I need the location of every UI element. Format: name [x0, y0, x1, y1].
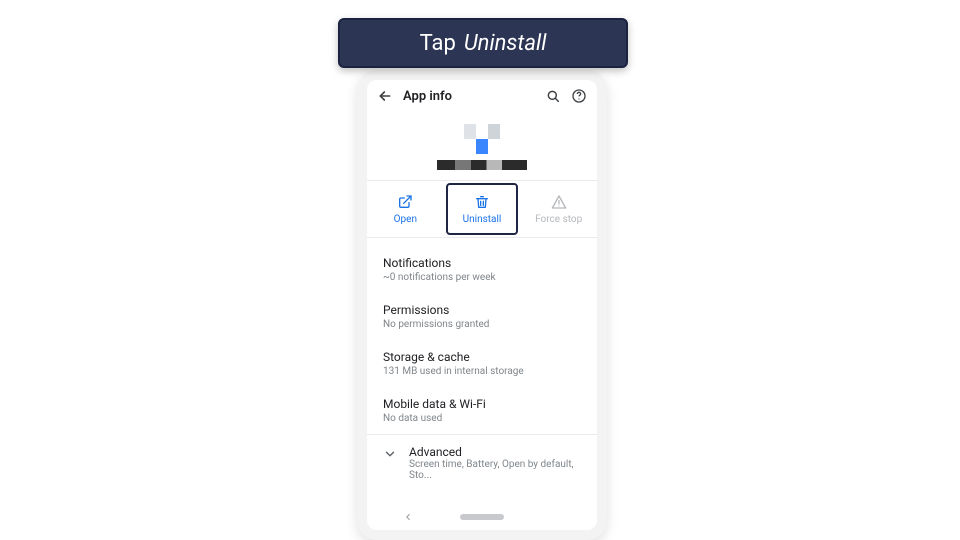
setting-advanced[interactable]: Advanced Screen time, Battery, Open by d…	[367, 435, 597, 491]
force-stop-label: Force stop	[535, 214, 582, 225]
setting-subtitle: No permissions granted	[383, 319, 581, 330]
instruction-target: Uninstall	[464, 31, 547, 56]
setting-subtitle: Screen time, Battery, Open by default, S…	[409, 459, 585, 481]
setting-data[interactable]: Mobile data & Wi-Fi No data used	[383, 387, 581, 434]
warning-icon	[551, 194, 567, 210]
open-label: Open	[394, 214, 417, 225]
setting-title: Permissions	[383, 303, 581, 317]
trash-icon	[474, 194, 490, 210]
uninstall-button[interactable]: Uninstall	[444, 181, 521, 237]
setting-title: Notifications	[383, 256, 581, 270]
setting-title: Mobile data & Wi-Fi	[383, 397, 581, 411]
screen: App info Open	[367, 80, 597, 530]
help-icon[interactable]	[571, 88, 587, 104]
setting-title: Advanced	[409, 445, 585, 459]
search-icon[interactable]	[545, 88, 561, 104]
instruction-banner: Tap Uninstall	[338, 18, 628, 68]
setting-subtitle: 131 MB used in internal storage	[383, 366, 581, 377]
instruction-verb: Tap	[420, 31, 456, 56]
back-icon[interactable]	[377, 88, 393, 104]
settings-list: Notifications ~0 notifications per week …	[367, 238, 597, 434]
setting-title: Storage & cache	[383, 350, 581, 364]
phone-frame: App info Open	[357, 70, 607, 540]
setting-storage[interactable]: Storage & cache 131 MB used in internal …	[383, 340, 581, 387]
chevron-down-icon	[383, 447, 397, 461]
action-row: Open Uninstall Force stop	[367, 181, 597, 237]
nav-back-icon[interactable]	[403, 512, 413, 522]
open-button[interactable]: Open	[367, 181, 444, 237]
app-icon	[464, 124, 500, 154]
appbar-title: App info	[403, 89, 535, 104]
setting-notifications[interactable]: Notifications ~0 notifications per week	[383, 246, 581, 293]
nav-bar	[367, 504, 597, 530]
force-stop-button: Force stop	[520, 181, 597, 237]
open-icon	[397, 194, 413, 210]
uninstall-label: Uninstall	[463, 214, 502, 225]
app-name-redacted	[437, 160, 527, 170]
setting-subtitle: No data used	[383, 413, 581, 424]
nav-home-pill[interactable]	[460, 514, 504, 520]
setting-subtitle: ~0 notifications per week	[383, 272, 581, 283]
app-identity	[367, 112, 597, 180]
appbar: App info	[367, 80, 597, 112]
setting-permissions[interactable]: Permissions No permissions granted	[383, 293, 581, 340]
